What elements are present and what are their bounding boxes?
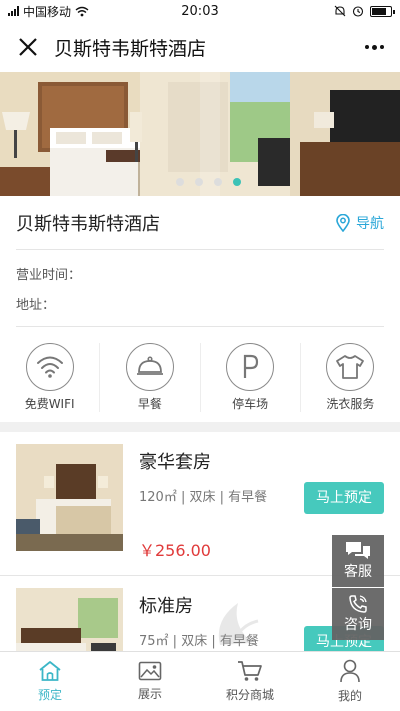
carousel-dot[interactable]: [175, 178, 184, 186]
location-pin-icon: [336, 213, 350, 232]
tab-booking[interactable]: 预定: [0, 652, 100, 711]
chat-icon: [346, 542, 370, 559]
tab-label: 预定: [37, 688, 62, 702]
amenity-label: 洗衣服务: [326, 397, 375, 411]
hotel-banner[interactable]: [0, 72, 400, 196]
carousel-dots: [0, 178, 400, 186]
hotel-name-row: 贝斯特韦斯特酒店 导航: [16, 196, 384, 250]
carousel-dot[interactable]: [194, 178, 203, 186]
customer-service-label: 客服: [344, 564, 372, 580]
carousel-dot-active[interactable]: [232, 178, 241, 186]
status-bar: 中国移动 20:03: [0, 0, 400, 22]
tab-points-mall[interactable]: 积分商城: [200, 652, 300, 711]
amenity-label: 早餐: [137, 397, 162, 411]
cart-icon: [238, 661, 262, 681]
amenity-label: 停车场: [232, 397, 269, 411]
image-icon: [138, 661, 162, 681]
amenities-row: 免费WIFI 早餐 停车场 洗衣服务: [0, 327, 400, 422]
amenity-parking: 停车场: [201, 343, 301, 412]
room-breakfast: 有早餐: [219, 634, 259, 649]
breakfast-icon: [136, 356, 163, 375]
phone-icon: [349, 595, 367, 613]
section-gap: [0, 422, 400, 432]
more-dot-icon: [380, 45, 384, 49]
wifi-icon: [36, 356, 63, 378]
room-bed: 双床: [181, 634, 208, 649]
navigate-label: 导航: [356, 215, 384, 232]
amenity-laundry: 洗衣服务: [301, 343, 400, 412]
tab-showcase[interactable]: 展示: [100, 652, 200, 711]
more-button[interactable]: [365, 44, 384, 50]
consult-label: 咨询: [344, 617, 372, 633]
laundry-icon: [336, 355, 365, 379]
room-photo: [16, 444, 123, 551]
nav-bar: 贝斯特韦斯特酒店: [0, 22, 400, 72]
amenity-wifi: 免费WIFI: [0, 343, 101, 412]
room-name: 豪华套房: [139, 452, 211, 473]
battery-icon: [370, 5, 395, 17]
room-bed: 双床: [189, 490, 216, 505]
tab-label: 展示: [137, 687, 162, 701]
clock: 20:03: [181, 3, 219, 19]
amenity-breakfast: 早餐: [100, 343, 201, 412]
book-now-button[interactable]: 马上预定: [304, 482, 384, 514]
parking-icon: [244, 354, 259, 378]
more-dot-icon: [372, 44, 377, 50]
user-icon: [340, 659, 360, 683]
customer-service-button[interactable]: 客服: [332, 535, 384, 587]
navigate-button[interactable]: 导航: [336, 213, 384, 233]
tab-profile[interactable]: 我的: [300, 652, 400, 711]
room-breakfast: 有早餐: [228, 490, 268, 505]
hotel-name: 贝斯特韦斯特酒店: [16, 213, 160, 235]
business-hours: 营业时间：: [16, 267, 82, 283]
room-image: [16, 444, 123, 551]
close-button[interactable]: [16, 35, 40, 59]
more-dot-icon: [365, 45, 369, 49]
tab-label: 积分商城: [225, 688, 274, 702]
home-icon: [39, 661, 61, 681]
address: 地址：: [16, 297, 56, 313]
room-area: 120㎡: [139, 490, 177, 505]
page-title: 贝斯特韦斯特酒店: [54, 37, 207, 60]
amenity-label: 免费WIFI: [24, 397, 75, 411]
close-icon: [19, 38, 37, 56]
room-area: 75㎡: [139, 634, 169, 649]
consult-button[interactable]: 咨询: [332, 588, 384, 640]
tab-label: 我的: [337, 689, 362, 703]
bottom-tab-bar: 预定 展示 积分商城 我的: [0, 651, 400, 711]
hotel-info: 贝斯特韦斯特酒店 导航 营业时间： 地址：: [0, 196, 400, 327]
carousel-dot[interactable]: [213, 178, 222, 186]
